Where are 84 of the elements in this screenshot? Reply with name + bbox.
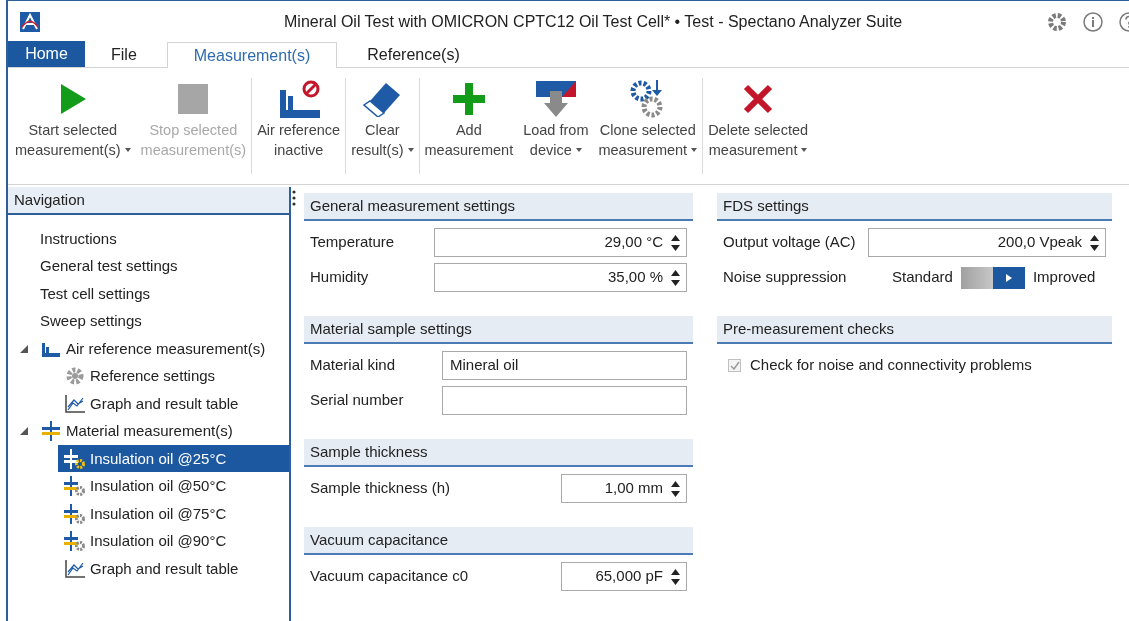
field-label: Temperature [310,232,396,253]
ribbon-tab[interactable]: File [85,42,163,68]
ribbon-button[interactable]: Air reference inactive [252,78,346,174]
field-label: Output voltage (AC) [723,232,856,253]
plus-icon [452,83,485,115]
graph-icon [65,559,85,578]
settings-icon[interactable] [1047,11,1067,32]
number-field[interactable]: 35,00 % [434,263,687,292]
graph-icon [65,394,85,413]
ribbon-button[interactable]: Start selected measurement(s) [10,78,136,174]
ribbon-button[interactable]: Clear result(s) [346,78,419,174]
number-field[interactable]: 200,0 Vpeak [867,228,1106,257]
tree-item[interactable]: Material measurement(s) [34,417,289,445]
section-header: Sample thickness [304,439,693,467]
ribbon-tab[interactable]: Reference(s) [341,42,486,68]
spin-arrows-icon[interactable] [671,478,680,499]
capacitor-gear-icon [64,531,86,552]
caret-icon [801,148,808,152]
toggle-arrow-icon [1005,273,1012,282]
stop-icon [178,84,209,114]
window-title: Mineral Oil Test with OMICRON CPTC12 Oil Test Cell* • Test - Spectano Analyzer Suite [284,11,903,32]
delete-icon [743,84,774,114]
checkbox-label: Check for noise and connectivity problems [750,355,1032,376]
tree-item[interactable]: Graph and result table [58,390,289,418]
text-field[interactable]: Mineral oil [442,351,687,380]
section-header: Pre-measurement checks [717,316,1112,344]
section-header: General measurement settings [304,193,693,221]
spin-arrows-icon[interactable] [671,267,680,288]
home-tab[interactable]: Home [8,41,85,67]
capacitor-gear-icon [64,476,86,497]
tree-item[interactable]: Air reference measurement(s) [34,335,289,363]
field-label: Sample thickness (h) [310,478,452,499]
caret-icon [575,148,582,152]
section-header: Vacuum capacitance [304,527,693,555]
text-field[interactable] [442,386,687,415]
tree-item[interactable]: Insulation oil @25°C [58,445,289,473]
ribbon-button[interactable]: Clone selected measurement [593,78,703,174]
ruler-prohibited-icon [277,80,320,118]
field-label: Serial number [310,390,405,411]
tree-item[interactable]: Insulation oil @75°C [58,500,289,528]
ribbon-button[interactable]: Load from device [518,78,594,174]
info-icon[interactable] [1083,11,1103,32]
spin-arrows-icon[interactable] [1090,232,1099,253]
tree-item[interactable]: Instructions [34,225,289,253]
toggle-switch[interactable] [960,266,1025,289]
splitter-grip-icon[interactable] [292,190,296,206]
number-field[interactable]: 1,00 mm [561,474,687,503]
collapse-arrow-icon[interactable] [20,427,28,436]
spin-arrows-icon[interactable] [671,566,680,587]
capacitor-gear-icon [64,503,86,524]
tree-item[interactable]: General test settings [34,252,289,280]
field-label: Noise suppression [723,267,848,288]
ribbon-tab[interactable]: Measurement(s) [166,42,338,68]
field-label: Humidity [310,267,370,288]
download-device-icon [535,81,576,117]
number-field[interactable]: 65,000 pF [561,562,687,591]
section-header: Material sample settings [304,316,693,344]
spin-arrows-icon[interactable] [671,232,680,253]
ruler-icon [41,340,61,357]
ribbon-button[interactable]: Delete selected measurement [703,78,814,174]
toggle-label: Improved [1032,267,1096,288]
app-logo-icon [20,11,40,32]
section-header: FDS settings [717,193,1112,221]
tree-item[interactable]: Test cell settings [34,280,289,308]
navigation-header: Navigation [8,187,289,215]
collapse-arrow-icon[interactable] [20,344,28,353]
tree-item[interactable]: Insulation oil @50°C [58,472,289,500]
toggle-label: Standard [892,267,953,288]
capacitor-gear-icon [64,448,86,469]
caret-icon [691,148,698,152]
ribbon-button[interactable]: Add measurement [419,78,519,174]
capacitor-icon [42,421,60,442]
tree-item[interactable]: Sweep settings [34,307,289,335]
gear-icon [66,367,84,386]
caret-icon [124,148,131,152]
field-label: Vacuum capacitance c0 [310,566,470,587]
field-label: Material kind [310,355,397,376]
caret-icon [407,148,414,152]
tree-item[interactable]: Graph and result table [58,555,289,583]
tree-item[interactable]: Reference settings [58,362,289,390]
play-icon [59,84,86,114]
tree-item[interactable]: Insulation oil @90°C [58,527,289,555]
number-field[interactable]: 29,00 °C [434,228,687,257]
eraser-icon [362,81,403,117]
